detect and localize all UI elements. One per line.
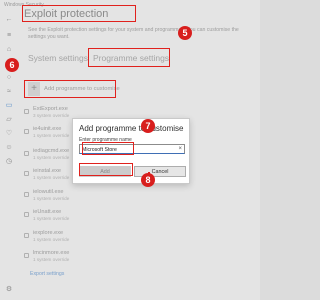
export-settings-link[interactable]: Export settings	[30, 271, 64, 277]
step-badge-5: 5	[178, 26, 192, 40]
programme-item[interactable]: iexplore.exe 1 system override	[24, 230, 134, 248]
programme-name: iexplore.exe	[33, 230, 64, 236]
programme-item[interactable]: lmcinmore.exe 1 system override	[24, 250, 134, 268]
page-description: See the Exploit protection settings for …	[28, 27, 239, 40]
programme-name: iediagcmd.exe	[33, 148, 70, 154]
programme-override-count: 3 system override	[33, 113, 70, 118]
dialog-title: Add programme to customise	[79, 124, 184, 133]
tab-system-settings[interactable]: System settings	[28, 53, 88, 63]
title-highlight-box	[22, 5, 136, 22]
person-icon[interactable]: ○	[5, 74, 13, 82]
programme-name: ie4uinit.exe	[33, 126, 62, 132]
history-icon[interactable]: ◷	[5, 158, 13, 166]
step-badge-8: 8	[141, 173, 155, 187]
programme-override-count: 1 system override	[33, 155, 70, 160]
windows-security-window: Windows Security ← ≡ ⌂ ◇ ○ ≈ ▭ ▱ ♡ ☺ ◷ E…	[0, 0, 260, 300]
gear-icon[interactable]: ⚙	[5, 286, 13, 294]
family-icon[interactable]: ☺	[5, 144, 13, 152]
left-navigation: ← ≡ ⌂ ◇ ○ ≈ ▭ ▱ ♡ ☺ ◷	[0, 10, 18, 300]
clear-icon[interactable]: ×	[178, 146, 182, 152]
programme-name: ielowutil.exe	[33, 189, 64, 195]
programme-item[interactable]: ieUnatt.exe 1 system override	[24, 209, 134, 227]
add-programme-highlight-box	[24, 80, 116, 98]
heart-icon[interactable]: ♡	[5, 130, 13, 138]
programme-override-count: 1 system override	[33, 175, 70, 180]
programme-name: ExtExport.exe	[33, 106, 68, 112]
app-icon	[24, 151, 29, 156]
app-icon	[24, 171, 29, 176]
app-icon	[24, 109, 29, 114]
programme-override-count: 1 system override	[33, 133, 70, 138]
home-icon[interactable]: ⌂	[5, 46, 13, 54]
app-browser-icon[interactable]: ▭	[5, 102, 13, 110]
programme-item[interactable]: ielowutil.exe 1 system override	[24, 189, 134, 207]
tab-highlight-box	[88, 48, 170, 67]
wifi-icon[interactable]: ≈	[5, 88, 13, 96]
step-badge-6: 6	[5, 58, 19, 72]
app-icon	[24, 233, 29, 238]
step-badge-7: 7	[141, 119, 155, 133]
programme-override-count: 1 system override	[33, 216, 70, 221]
input-highlight-box	[82, 142, 134, 155]
add-button-highlight-box	[79, 163, 133, 176]
app-icon	[24, 212, 29, 217]
programme-name: ieUnatt.exe	[33, 209, 62, 215]
laptop-icon[interactable]: ▱	[5, 116, 13, 124]
programme-override-count: 1 system override	[33, 196, 70, 201]
app-icon	[24, 253, 29, 258]
app-icon	[24, 129, 29, 134]
programme-name: ieinstal.exe	[33, 168, 61, 174]
programme-override-count: 1 system override	[33, 237, 70, 242]
programme-override-count: 1 system override	[33, 257, 70, 262]
app-icon	[24, 192, 29, 197]
menu-icon[interactable]: ≡	[5, 32, 13, 40]
programme-name: lmcinmore.exe	[33, 250, 70, 256]
back-arrow-icon[interactable]: ←	[5, 16, 13, 24]
